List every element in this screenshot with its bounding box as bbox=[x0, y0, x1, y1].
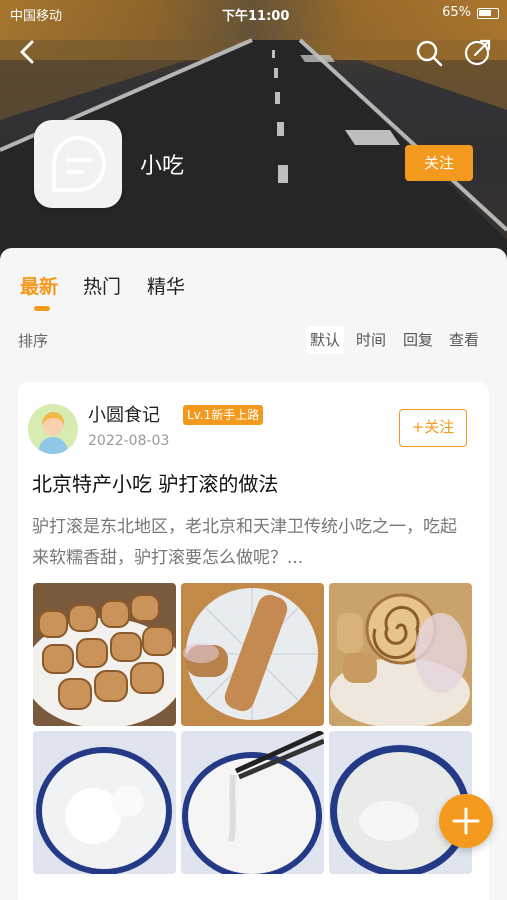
post-photo-4[interactable] bbox=[33, 731, 176, 874]
battery-percent: 65% bbox=[442, 5, 471, 20]
sort-views[interactable]: 查看 bbox=[445, 326, 483, 354]
active-tab-indicator bbox=[34, 306, 50, 311]
sort-default[interactable]: 默认 bbox=[306, 326, 345, 354]
battery-icon bbox=[477, 8, 499, 19]
follow-author-button[interactable]: +关注 bbox=[399, 409, 467, 447]
group-title: 小吃 bbox=[140, 154, 185, 179]
status-bar: 中国移动 下午11:00 65% bbox=[0, 4, 507, 26]
tab-latest[interactable]: 最新 bbox=[20, 272, 58, 299]
post-photo-1[interactable] bbox=[33, 583, 176, 726]
plus-icon bbox=[452, 807, 480, 835]
clock: 下午11:00 bbox=[222, 9, 290, 24]
new-post-button[interactable] bbox=[439, 794, 493, 848]
sort-replies[interactable]: 回复 bbox=[399, 326, 437, 354]
share-icon[interactable] bbox=[462, 38, 492, 68]
level-badge: Lv.1新手上路 bbox=[183, 405, 264, 425]
post-date: 2022-08-03 bbox=[88, 433, 170, 449]
search-icon[interactable] bbox=[414, 38, 444, 68]
avatar[interactable] bbox=[28, 404, 78, 454]
post-title[interactable]: 北京特产小吃 驴打滚的做法 bbox=[32, 468, 278, 497]
sort-time[interactable]: 时间 bbox=[352, 326, 390, 354]
follow-group-button[interactable]: 关注 bbox=[405, 145, 473, 181]
post-photo-3[interactable] bbox=[329, 583, 472, 726]
sort-options: 默认 时间 回复 查看 bbox=[306, 326, 490, 354]
post-photo-2[interactable] bbox=[181, 583, 324, 726]
post-photo-5[interactable] bbox=[181, 731, 324, 874]
tab-hot[interactable]: 热门 bbox=[83, 272, 121, 299]
sort-label: 排序 bbox=[18, 332, 49, 350]
group-avatar bbox=[34, 120, 122, 208]
author-name[interactable]: 小圆食记 bbox=[88, 401, 160, 427]
post-excerpt[interactable]: 驴打滚是东北地区，老北京和天津卫传统小吃之一，吃起来软糯香甜，驴打滚要怎么做呢？… bbox=[32, 512, 472, 574]
back-icon[interactable] bbox=[14, 38, 42, 66]
tab-featured[interactable]: 精华 bbox=[147, 272, 185, 299]
user-avatar-icon bbox=[28, 404, 78, 454]
chat-bubble-icon bbox=[52, 135, 107, 192]
carrier-label: 中国移动 bbox=[10, 9, 63, 24]
